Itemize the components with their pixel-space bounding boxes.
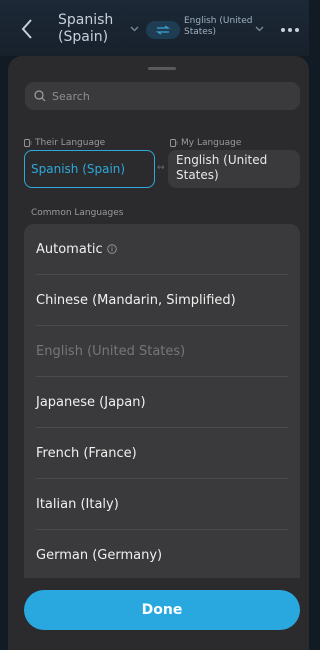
their-language-label: Their Language	[24, 138, 105, 148]
source-language-button[interactable]: Spanish (Spain)	[58, 12, 130, 46]
done-bar: Done	[8, 578, 309, 650]
target-language-button[interactable]: English (United States)	[184, 16, 254, 38]
done-button[interactable]: Done	[24, 590, 300, 630]
top-bar: Spanish (Spain) English (United States)	[0, 0, 309, 56]
language-option-german[interactable]: German (Germany)	[36, 530, 288, 581]
speaker-person-icon	[24, 139, 32, 147]
bidirectional-arrow-icon: ↔	[157, 163, 165, 173]
search-icon	[34, 90, 46, 102]
search-field[interactable]	[25, 82, 300, 110]
language-option-english-us: English (United States)	[36, 326, 288, 377]
more-options-icon[interactable]	[281, 28, 299, 32]
language-option-automatic[interactable]: Automatic	[36, 224, 288, 275]
language-option-chinese[interactable]: Chinese (Mandarin, Simplified)	[36, 275, 288, 326]
swap-icon	[155, 25, 171, 35]
language-picker-sheet: Their Language My Language Spanish (Spai…	[8, 56, 309, 650]
common-languages-heading: Common Languages	[31, 208, 124, 218]
chevron-down-icon[interactable]	[130, 26, 139, 32]
their-language-selector[interactable]: Spanish (Spain)	[24, 150, 155, 188]
search-input[interactable]	[52, 89, 282, 103]
my-language-selector[interactable]: English (United States)	[168, 150, 300, 188]
language-option-italian[interactable]: Italian (Italy)	[36, 479, 288, 530]
sheet-grabber[interactable]	[148, 67, 176, 70]
back-chevron-icon[interactable]	[20, 18, 34, 40]
info-icon[interactable]	[106, 244, 117, 254]
speaker-person-icon	[170, 139, 178, 147]
language-option-japanese[interactable]: Japanese (Japan)	[36, 377, 288, 428]
chevron-down-icon[interactable]	[255, 26, 264, 32]
language-option-french[interactable]: French (France)	[36, 428, 288, 479]
swap-languages-button[interactable]	[146, 21, 180, 39]
my-language-label: My Language	[170, 138, 241, 148]
